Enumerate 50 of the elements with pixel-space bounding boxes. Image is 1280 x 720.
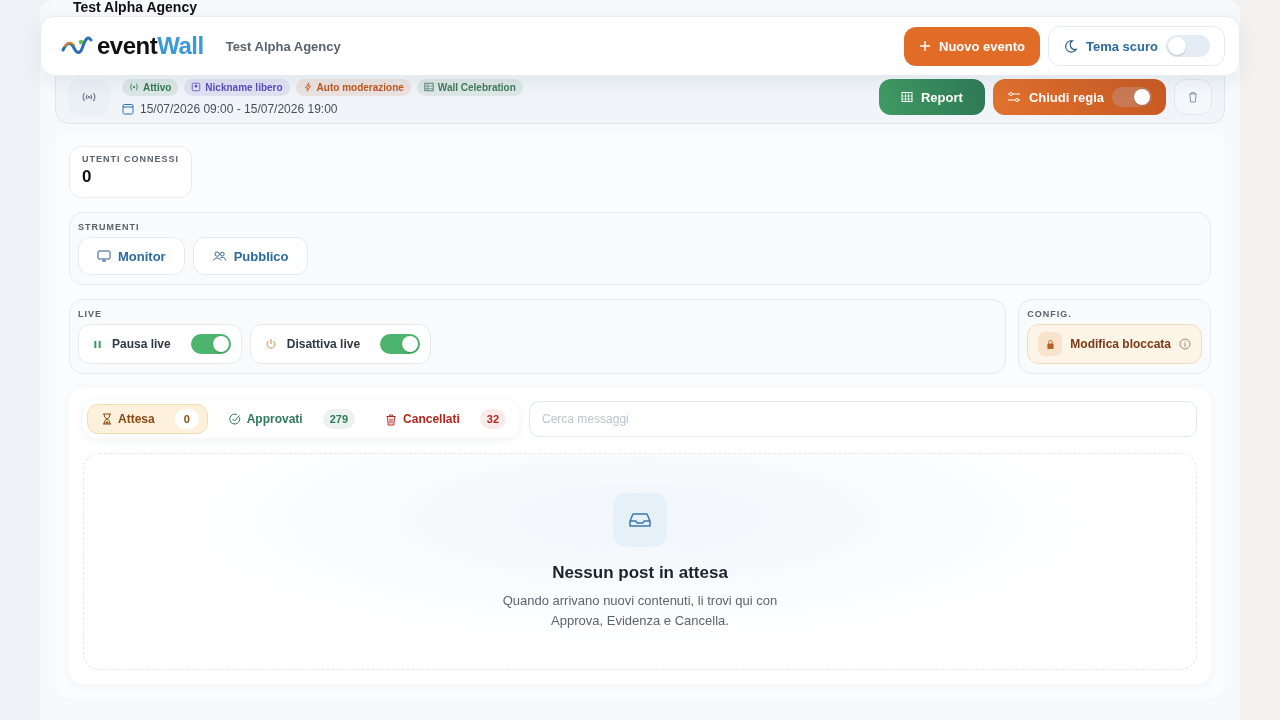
logo-text: eventWall xyxy=(97,32,204,60)
toggle-switch[interactable] xyxy=(1166,35,1210,57)
trash-icon xyxy=(1187,91,1199,103)
moon-icon xyxy=(1063,38,1078,54)
empty-message: Quando arrivano nuovi contenuti, li trovi qui con Approva, Evidenza e Cancella. xyxy=(501,592,779,630)
page-title: Test Alpha Agency xyxy=(72,0,198,15)
plus-icon xyxy=(919,40,931,52)
filter-tab[interactable]: Cancellati 32 xyxy=(370,404,515,434)
monitor-icon xyxy=(97,250,111,262)
event-dates: 15/07/2026 09:00 - 15/07/2026 19:00 xyxy=(140,101,338,116)
tool-button[interactable]: Monitor xyxy=(78,237,185,275)
report-button[interactable]: Report xyxy=(879,79,985,115)
hourglass-icon xyxy=(102,413,112,425)
stat-value: 0 xyxy=(82,167,93,187)
tool-button[interactable]: Pubblico xyxy=(192,237,308,275)
status-badge: Wall Celebration xyxy=(416,78,523,96)
antenna-icon xyxy=(68,79,110,115)
search-field[interactable]: Cerca messaggi xyxy=(529,401,1197,437)
close-direction-button[interactable]: Chiudi regia xyxy=(992,79,1166,115)
toggle-switch[interactable] xyxy=(190,334,231,354)
users-icon xyxy=(211,250,227,262)
table-icon xyxy=(901,91,913,103)
switch-label: Pausa live xyxy=(112,337,171,351)
sliders-icon xyxy=(1006,91,1021,103)
lock-label: Modifica bloccata xyxy=(1070,337,1171,351)
delete-button[interactable] xyxy=(1174,79,1212,115)
inbox-icon xyxy=(613,493,667,547)
check-circle-icon xyxy=(228,413,241,425)
section-title: STRUMENTI xyxy=(78,222,141,232)
calendar-icon xyxy=(122,102,134,115)
status-badge: Attivo xyxy=(122,78,179,96)
stat-label: UTENTI CONNESSI xyxy=(82,154,179,164)
power-icon xyxy=(264,338,277,350)
section-title: CONFIG. xyxy=(1027,309,1073,319)
pause-icon xyxy=(93,339,102,349)
switch-label: Disattiva live xyxy=(286,337,361,351)
status-badge: Auto moderazione xyxy=(295,78,411,96)
empty-title: Nessun post in attesa xyxy=(552,563,728,583)
trash-icon xyxy=(385,412,398,426)
toggle-switch[interactable] xyxy=(380,334,421,354)
agency-name: Test Alpha Agency xyxy=(225,38,341,54)
filter-tab[interactable]: Approvati 279 xyxy=(213,404,365,434)
theme-label: Tema scuro xyxy=(1086,38,1158,54)
filter-tab[interactable]: Attesa 0 xyxy=(87,404,208,434)
wave-logo-icon xyxy=(61,36,93,56)
new-event-button[interactable]: Nuovo evento xyxy=(904,26,1040,66)
status-badge: Nickname libero xyxy=(184,78,290,96)
info-icon[interactable] xyxy=(1179,338,1191,350)
section-title: LIVE xyxy=(78,309,103,319)
lock-icon xyxy=(1038,332,1063,356)
